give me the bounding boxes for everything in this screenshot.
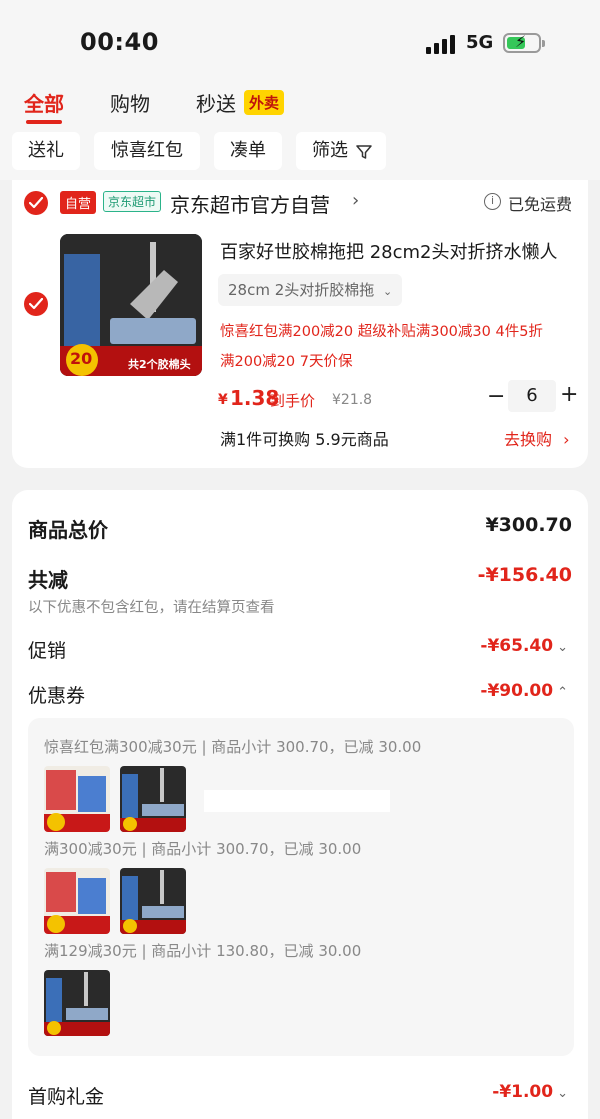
- coupon-line-1: 惊喜红包满300减30元 | 商品小计 300.70，已减 30.00: [44, 738, 422, 756]
- image-caption: 共2个胶棉头: [128, 358, 191, 371]
- promo-label: 促销: [28, 640, 67, 662]
- final-price-label: 到手价: [270, 392, 316, 410]
- quantity-input[interactable]: 6: [508, 380, 556, 412]
- discount-label: 共减: [28, 568, 68, 592]
- takeout-badge: 外卖: [244, 90, 285, 115]
- quantity-increase-button[interactable]: +: [560, 382, 578, 407]
- coupon-line-3: 满129减30元 | 商品小计 130.80，已减 30.00: [44, 942, 362, 960]
- check-icon: [29, 298, 43, 310]
- tab-active-indicator: [26, 120, 62, 124]
- check-icon: [29, 197, 43, 209]
- tab-shopping[interactable]: 购物: [110, 88, 150, 117]
- store-card: 自营 京东超市 京东超市官方自营 › i 已免运费 20 共2个胶棉头 百家好世…: [12, 180, 588, 468]
- image-badge: 20: [70, 349, 93, 368]
- promo-value: -¥65.40: [480, 636, 554, 656]
- product-title[interactable]: 百家好世胶棉拖把 28cm2头对折挤水懒人: [220, 238, 558, 264]
- battery-icon: ⚡: [503, 32, 545, 53]
- free-shipping-label: 已免运费: [508, 195, 573, 214]
- filter-add-on[interactable]: 凑单: [214, 132, 282, 170]
- swap-offer-text: 满1件可换购 5.9元商品: [220, 430, 389, 449]
- status-time: 00:40: [80, 28, 159, 56]
- promo-tags-line2: 满200减20 7天价保: [220, 354, 353, 370]
- coupon-product-thumb: [44, 970, 110, 1036]
- chevron-down-icon: ⌄: [557, 640, 568, 655]
- coupon-product-thumb: [44, 868, 110, 934]
- swap-link-label: 去换购: [504, 430, 553, 449]
- first-gift-label: 首购礼金: [28, 1086, 105, 1108]
- discount-note: 以下优惠不包含红包，请在结算页查看: [28, 600, 275, 616]
- jd-market-tag: 京东超市: [103, 191, 162, 212]
- total-value: ¥300.70: [485, 514, 572, 536]
- coupon-label: 优惠券: [28, 685, 86, 707]
- coupon-product-thumb: [44, 766, 110, 832]
- coupon-line-2: 满300减30元 | 商品小计 300.70，已减 30.00: [44, 840, 362, 858]
- first-gift-row[interactable]: -¥1.00 ⌄: [492, 1082, 568, 1102]
- total-label: 商品总价: [28, 518, 108, 542]
- coupon-row[interactable]: -¥90.00 ⌃: [480, 681, 568, 701]
- currency-symbol: ¥: [218, 392, 228, 408]
- coupon-product-thumb: [120, 766, 186, 832]
- item-checkbox[interactable]: [24, 292, 48, 316]
- network-type: 5G: [466, 32, 494, 53]
- chevron-up-icon: ⌃: [557, 685, 568, 700]
- filter-chips: 送礼 惊喜红包 凑单 筛选: [0, 130, 600, 180]
- product-image[interactable]: 20 共2个胶棉头: [60, 234, 202, 376]
- store-checkbox[interactable]: [24, 191, 48, 215]
- cart-tabs: 全部 购物 秒送 外卖: [0, 80, 600, 130]
- discount-value: -¥156.40: [477, 564, 572, 586]
- filter-screen-button[interactable]: 筛选: [296, 132, 386, 170]
- info-icon[interactable]: i: [484, 193, 501, 210]
- chevron-right-icon[interactable]: ›: [352, 190, 359, 211]
- tab-express[interactable]: 秒送: [196, 88, 236, 117]
- tab-all[interactable]: 全部: [24, 88, 64, 117]
- filter-screen-label: 筛选: [312, 140, 348, 161]
- coupon-product-thumb: [120, 868, 186, 934]
- price-summary: 商品总价 ¥300.70 共减 -¥156.40 以下优惠不包含红包，请在结算页…: [12, 490, 588, 1119]
- chevron-right-icon: ›: [563, 430, 570, 449]
- filter-gift[interactable]: 送礼: [12, 132, 80, 170]
- funnel-icon: [356, 145, 372, 159]
- coupon-value: -¥90.00: [480, 681, 554, 701]
- chevron-down-icon: ⌄: [557, 1086, 568, 1101]
- sku-label: 28cm 2头对折胶棉拖: [228, 281, 375, 299]
- self-operated-tag: 自营: [60, 191, 97, 214]
- status-bar: 00:40 5G ⚡: [0, 0, 600, 80]
- promo-row[interactable]: -¥65.40 ⌄: [480, 636, 568, 656]
- promo-tags-line1: 惊喜红包满200减20 超级补贴满300减30 4件5折: [220, 324, 543, 340]
- filter-red-packet[interactable]: 惊喜红包: [94, 132, 200, 170]
- sku-selector[interactable]: 28cm 2头对折胶棉拖 ⌄: [218, 274, 403, 306]
- first-gift-value: -¥1.00: [492, 1082, 554, 1102]
- chevron-down-icon: ⌄: [383, 285, 393, 298]
- coupon-details: 惊喜红包满300减30元 | 商品小计 300.70，已减 30.00 满300…: [28, 718, 574, 1056]
- quantity-decrease-button[interactable]: −: [487, 384, 505, 409]
- store-name[interactable]: 京东超市官方自营: [170, 189, 330, 218]
- signal-icon: [426, 34, 458, 54]
- swap-link[interactable]: 去换购 ›: [504, 426, 570, 450]
- original-price: ¥21.8: [332, 392, 373, 408]
- blank-placeholder: [204, 790, 390, 812]
